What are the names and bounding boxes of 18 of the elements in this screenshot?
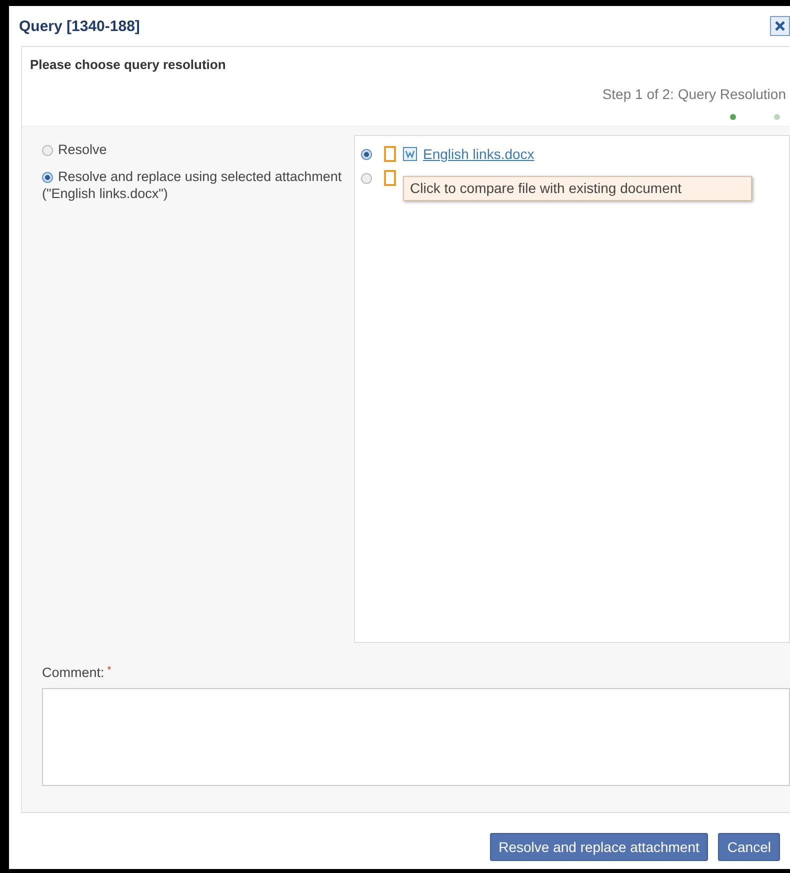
dialog-button[interactable]: Cancel	[718, 833, 780, 861]
close-button[interactable]	[770, 16, 790, 36]
attachment-radio[interactable]	[361, 172, 372, 184]
step-label: Step 1 of 2: Query Resolution	[602, 86, 786, 102]
comment-label: Comment: *	[41, 664, 112, 680]
resolution-option[interactable]: Resolve and replace using selected attachment ("English links.docx")	[42, 168, 354, 202]
word-document-icon	[403, 147, 417, 161]
dialog-button[interactable]: Resolve and replace attachment	[490, 833, 708, 861]
window-title: Query [1340-188]	[19, 18, 140, 34]
tooltip: Click to compare file with existing document	[403, 176, 752, 201]
compare-icon[interactable]	[383, 169, 397, 187]
compare-icon[interactable]	[383, 145, 397, 163]
attachment-radio[interactable]	[361, 148, 372, 160]
close-icon	[774, 20, 786, 32]
section-heading: Please choose query resolution	[29, 56, 227, 72]
resolution-option[interactable]: Resolve	[42, 141, 354, 158]
comment-field[interactable]	[42, 688, 790, 786]
attachment-link[interactable]: English links.docx	[423, 146, 534, 162]
